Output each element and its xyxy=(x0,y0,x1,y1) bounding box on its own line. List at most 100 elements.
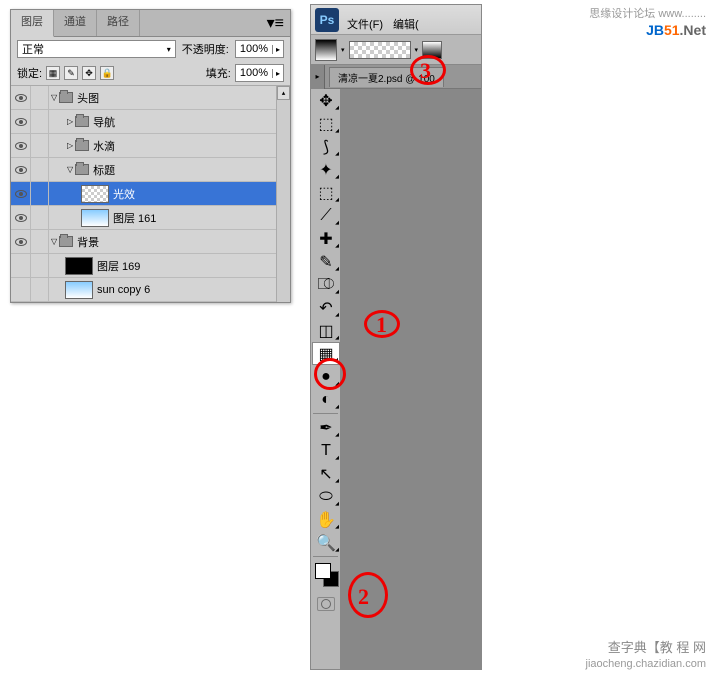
layer-name: 导航 xyxy=(93,114,115,130)
toolbox: ✥◢⬚◢⟆◢✦◢⬚◢⟋◢✚◢✎◢⎄◢↶◢◫◢▦◢●◢◐◢✒◢T◢↖◢⬭◢✋◢🔍◢ xyxy=(311,89,341,669)
chevron-down-icon[interactable]: ▾ xyxy=(415,46,419,54)
eye-icon xyxy=(15,142,27,150)
canvas[interactable] xyxy=(341,89,481,669)
foreground-swatch[interactable] xyxy=(315,563,331,579)
disclosure-triangle-icon[interactable]: ▽ xyxy=(67,165,73,174)
tool-shape[interactable]: ⬭◢ xyxy=(312,485,340,508)
layers-panel: 图层 通道 路径 ▾≡ 正常 不透明度: 100%▸ 锁定: ▦ ✎ ✥ 🔒 填… xyxy=(10,9,291,303)
link-col[interactable] xyxy=(31,110,49,134)
eye-icon xyxy=(15,94,27,102)
color-swatches[interactable] xyxy=(311,559,340,595)
tool-brush[interactable]: ✎◢ xyxy=(312,250,340,273)
tool-hand[interactable]: ✋◢ xyxy=(312,508,340,531)
opacity-input[interactable]: 100%▸ xyxy=(235,40,284,58)
tool-lasso[interactable]: ⟆◢ xyxy=(312,135,340,158)
visibility-toggle[interactable] xyxy=(11,158,31,182)
tool-heal[interactable]: ✚◢ xyxy=(312,227,340,250)
lock-all-icon[interactable]: 🔒 xyxy=(100,66,114,80)
tab-paths[interactable]: 路径 xyxy=(97,10,140,36)
blend-mode-select[interactable]: 正常 xyxy=(17,40,176,58)
panel-menu-icon[interactable]: ▾≡ xyxy=(261,10,290,36)
tool-eyedropper[interactable]: ⟋◢ xyxy=(312,204,340,227)
scroll-up-icon[interactable]: ▴ xyxy=(277,86,290,100)
layer-row[interactable]: ▽标题 xyxy=(11,158,290,182)
lock-transparency-icon[interactable]: ▦ xyxy=(46,66,60,80)
layer-row[interactable]: 光效 xyxy=(11,182,290,206)
collapse-icon[interactable]: ▸ xyxy=(311,65,325,89)
visibility-toggle[interactable] xyxy=(11,278,31,302)
tool-wand[interactable]: ✦◢ xyxy=(312,158,340,181)
menu-file[interactable]: 文件(F) xyxy=(347,16,383,32)
visibility-toggle[interactable] xyxy=(11,254,31,278)
visibility-toggle[interactable] xyxy=(11,182,31,206)
layer-thumbnail[interactable] xyxy=(65,281,93,299)
disclosure-triangle-icon[interactable]: ▷ xyxy=(67,141,73,150)
link-col[interactable] xyxy=(31,230,49,254)
link-col[interactable] xyxy=(31,134,49,158)
eye-icon xyxy=(15,190,27,198)
link-col[interactable] xyxy=(31,86,49,110)
tool-path[interactable]: ↖◢ xyxy=(312,462,340,485)
lock-position-icon[interactable]: ✥ xyxy=(82,66,96,80)
tool-zoom[interactable]: 🔍◢ xyxy=(312,531,340,554)
opacity-label: 不透明度: xyxy=(182,41,229,57)
link-col[interactable] xyxy=(31,206,49,230)
panel-tabs: 图层 通道 路径 ▾≡ xyxy=(11,10,290,37)
chevron-down-icon[interactable]: ▾ xyxy=(341,46,345,54)
folder-icon xyxy=(75,140,89,151)
layer-row[interactable]: 图层 161 xyxy=(11,206,290,230)
layer-thumbnail[interactable] xyxy=(81,185,109,203)
layer-row[interactable]: ▷水滴 xyxy=(11,134,290,158)
layer-row[interactable]: ▽ 头图 xyxy=(11,86,290,110)
layer-name: 背景 xyxy=(77,234,99,250)
fill-input[interactable]: 100%▸ xyxy=(235,64,284,82)
link-col[interactable] xyxy=(31,182,49,206)
layer-row[interactable]: sun copy 6 xyxy=(11,278,290,302)
disclosure-triangle-icon[interactable]: ▷ xyxy=(67,117,73,126)
tool-move[interactable]: ✥◢ xyxy=(312,89,340,112)
document-tab[interactable]: 清凉一夏2.psd @ 100 xyxy=(329,67,444,87)
tool-gradient[interactable]: ▦◢ xyxy=(312,342,340,365)
tool-crop[interactable]: ⬚◢ xyxy=(312,181,340,204)
gradient-preview[interactable] xyxy=(349,41,411,59)
layer-row[interactable]: ▽ 背景 xyxy=(11,230,290,254)
folder-icon xyxy=(75,164,89,175)
visibility-toggle[interactable] xyxy=(11,230,31,254)
link-col[interactable] xyxy=(31,278,49,302)
tool-type[interactable]: T◢ xyxy=(312,439,340,462)
ps-logo-icon: Ps xyxy=(315,8,339,32)
layer-name: 头图 xyxy=(77,90,99,106)
visibility-toggle[interactable] xyxy=(11,206,31,230)
quick-mask-icon[interactable] xyxy=(317,597,335,611)
link-col[interactable] xyxy=(31,158,49,182)
menu-edit[interactable]: 编辑( xyxy=(393,16,419,32)
tool-stamp[interactable]: ⎄◢ xyxy=(312,273,340,296)
tool-preset-icon[interactable] xyxy=(315,39,337,61)
disclosure-triangle-icon[interactable]: ▽ xyxy=(51,237,57,246)
tool-dodge[interactable]: ◐◢ xyxy=(312,388,340,411)
visibility-toggle[interactable] xyxy=(11,86,31,110)
lock-pixels-icon[interactable]: ✎ xyxy=(64,66,78,80)
layer-row[interactable]: ▷ 导航 xyxy=(11,110,290,134)
tool-blur[interactable]: ●◢ xyxy=(312,365,340,388)
folder-icon xyxy=(75,116,89,127)
layer-name: sun copy 6 xyxy=(97,284,150,296)
layer-row[interactable]: 图层 169 xyxy=(11,254,290,278)
tool-pen[interactable]: ✒◢ xyxy=(312,416,340,439)
visibility-toggle[interactable] xyxy=(11,134,31,158)
eye-icon xyxy=(15,238,27,246)
tab-channels[interactable]: 通道 xyxy=(54,10,97,36)
disclosure-triangle-icon[interactable]: ▽ xyxy=(51,93,57,102)
layer-thumbnail[interactable] xyxy=(65,257,93,275)
fill-label: 填充: xyxy=(206,65,231,81)
tab-layers[interactable]: 图层 xyxy=(11,10,54,37)
photoshop-window: Ps 文件(F) 编辑( ▾ ▾ ▸ 清凉一夏2.psd @ 100 ✥◢⬚◢⟆… xyxy=(310,4,482,670)
layer-thumbnail[interactable] xyxy=(81,209,109,227)
tool-marquee[interactable]: ⬚◢ xyxy=(312,112,340,135)
scrollbar[interactable]: ▴ xyxy=(276,86,290,302)
tool-history[interactable]: ↶◢ xyxy=(312,296,340,319)
visibility-toggle[interactable] xyxy=(11,110,31,134)
link-col[interactable] xyxy=(31,254,49,278)
gradient-linear-icon[interactable] xyxy=(422,41,442,59)
tool-eraser[interactable]: ◫◢ xyxy=(312,319,340,342)
